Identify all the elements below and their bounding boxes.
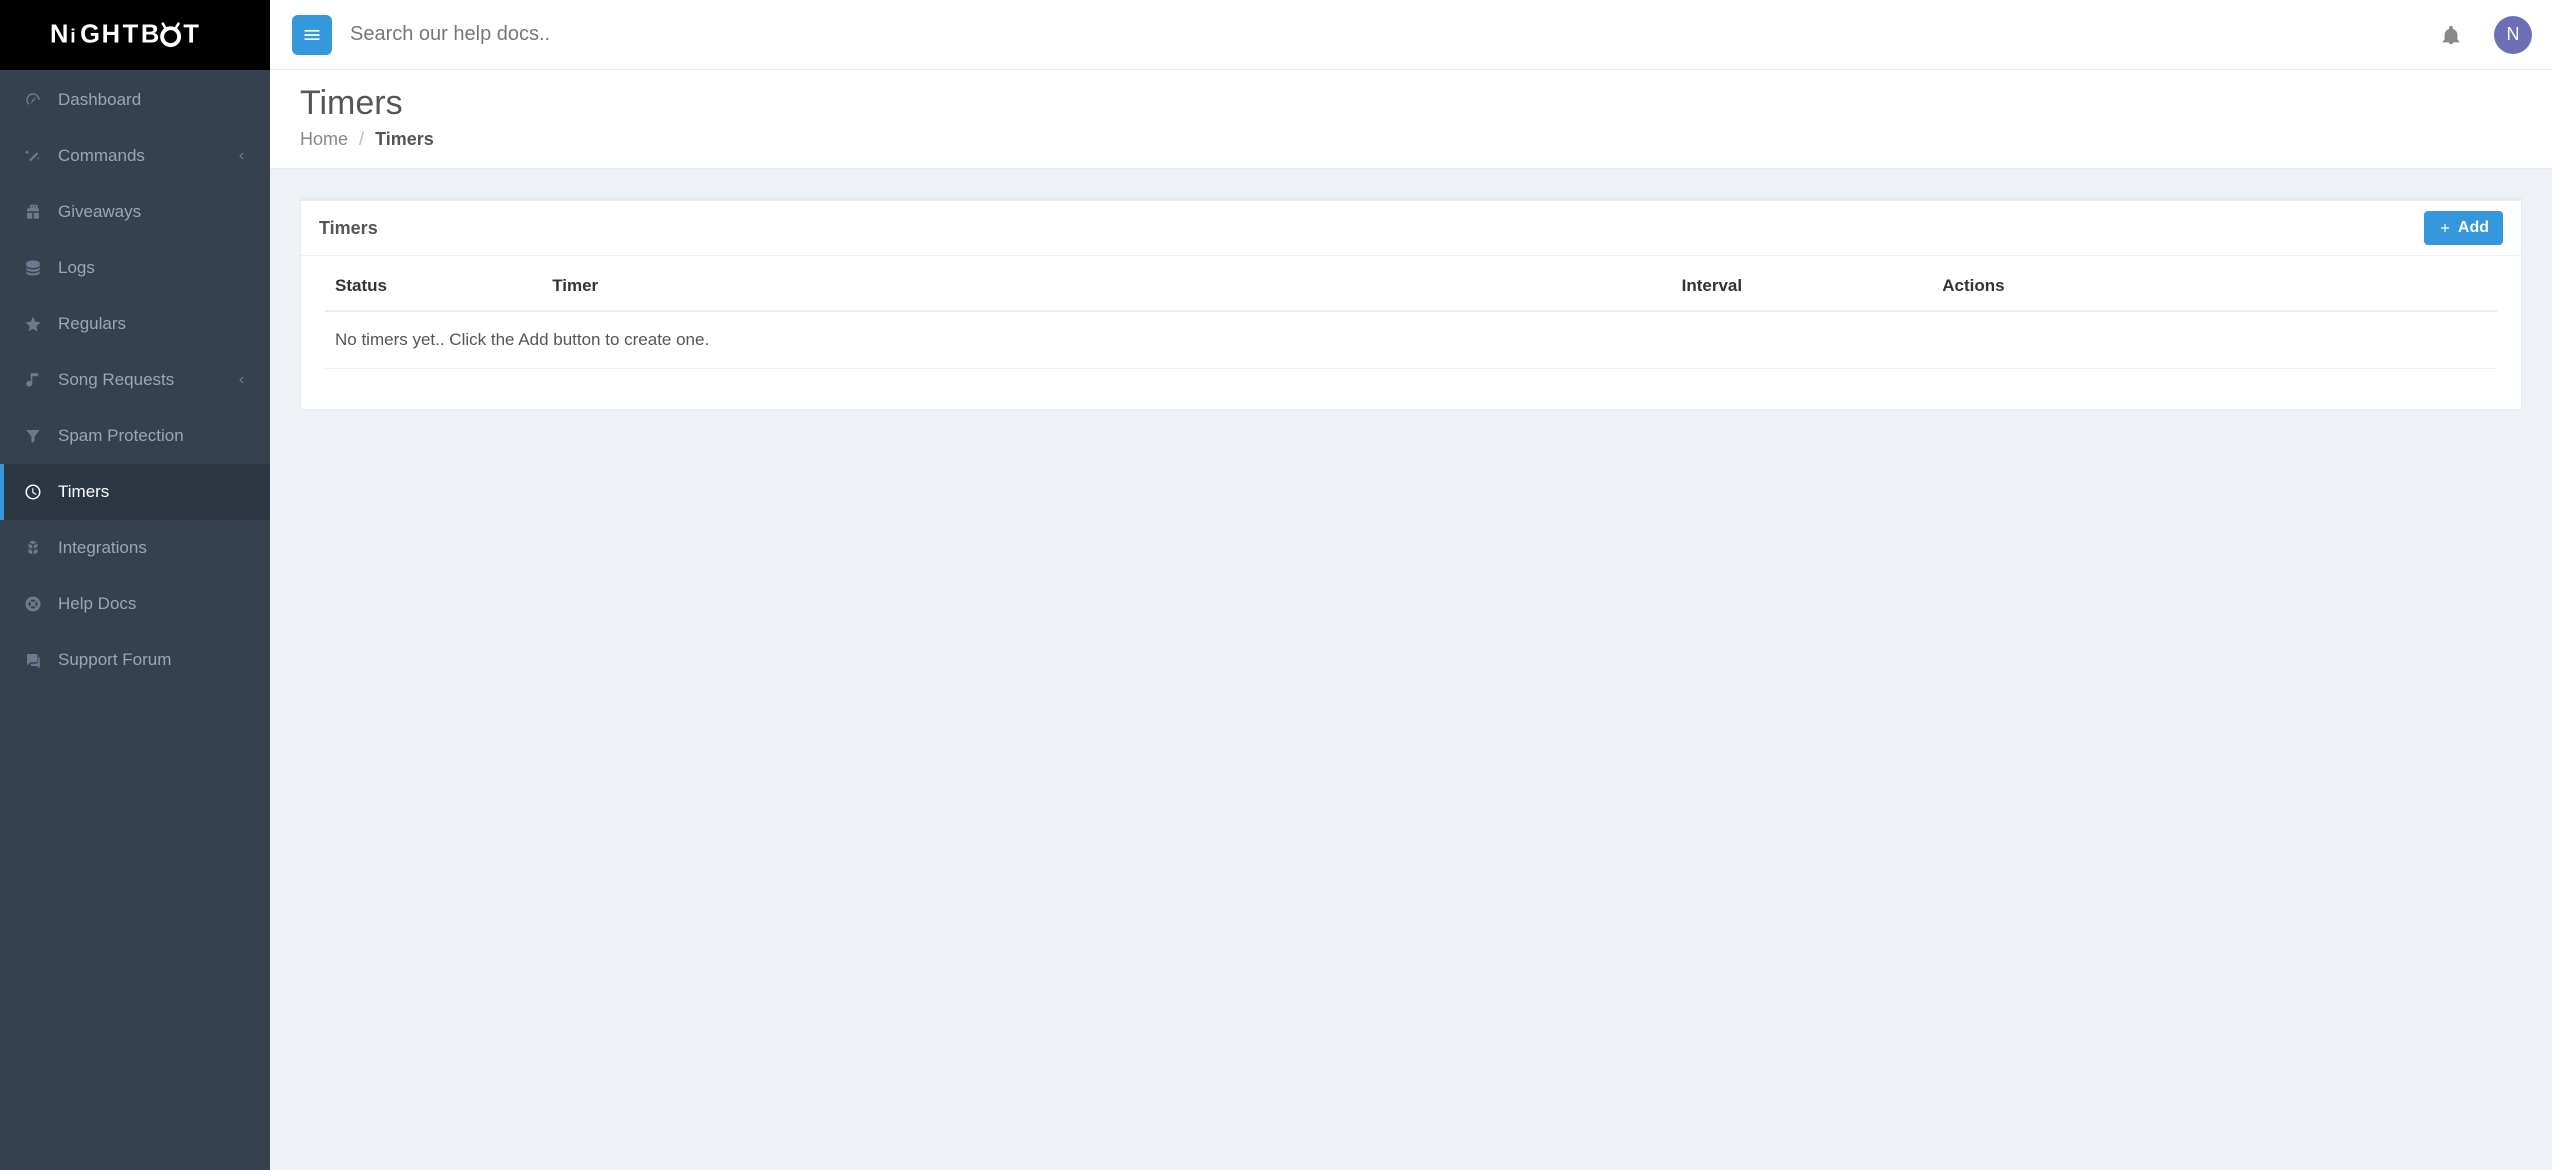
table-empty-row: No timers yet.. Click the Add button to … bbox=[325, 311, 2497, 369]
sidebar-item-giveaways[interactable]: Giveaways bbox=[0, 184, 270, 240]
sidebar-item-label: Integrations bbox=[58, 538, 248, 558]
notifications-button[interactable] bbox=[2436, 20, 2466, 50]
search-input[interactable] bbox=[350, 23, 2416, 46]
panel-heading: Timers Add bbox=[301, 201, 2521, 256]
sidebar-item-commands[interactable]: Commands bbox=[0, 128, 270, 184]
sidebar-item-label: Regulars bbox=[58, 314, 248, 334]
breadcrumb-separator: / bbox=[359, 129, 364, 149]
empty-message: No timers yet.. Click the Add button to … bbox=[325, 311, 2497, 369]
sidebar-item-label: Timers bbox=[58, 482, 248, 502]
sidebar-item-regulars[interactable]: Regulars bbox=[0, 296, 270, 352]
topbar: N bbox=[270, 0, 2552, 70]
main: N Timers Home / Timers Timers Add bbox=[270, 0, 2552, 1170]
panel-title: Timers bbox=[319, 218, 378, 239]
breadcrumb: Home / Timers bbox=[300, 129, 2522, 150]
sidebar-item-help-docs[interactable]: Help Docs bbox=[0, 576, 270, 632]
bell-icon bbox=[2440, 24, 2462, 46]
sidebar-item-label: Support Forum bbox=[58, 650, 248, 670]
sidebar-item-integrations[interactable]: Integrations bbox=[0, 520, 270, 576]
sidebar-item-label: Song Requests bbox=[58, 370, 234, 390]
sidebar-nav: Dashboard Commands Giveaways Logs Regulars So… bbox=[0, 70, 270, 688]
col-header-interval: Interval bbox=[1672, 262, 1933, 311]
clock-icon bbox=[22, 483, 44, 501]
sidebar-item-label: Logs bbox=[58, 258, 248, 278]
user-avatar[interactable]: N bbox=[2494, 16, 2532, 54]
chevron-left-icon bbox=[234, 149, 248, 163]
sidebar-item-label: Dashboard bbox=[58, 90, 248, 110]
svg-text:H: H bbox=[102, 20, 120, 48]
timers-panel: Timers Add Status Timer Interval bbox=[300, 197, 2522, 410]
add-button-label: Add bbox=[2458, 219, 2489, 237]
svg-text:i: i bbox=[70, 25, 75, 47]
sidebar-item-logs[interactable]: Logs bbox=[0, 240, 270, 296]
breadcrumb-home[interactable]: Home bbox=[300, 129, 348, 149]
sidebar-item-support-forum[interactable]: Support Forum bbox=[0, 632, 270, 688]
cubes-icon bbox=[22, 539, 44, 557]
sidebar: N i G H T B T Dashboard Commands Giveaways… bbox=[0, 0, 270, 1170]
svg-text:T: T bbox=[183, 20, 199, 48]
sidebar-item-label: Giveaways bbox=[58, 202, 248, 222]
brand-logo[interactable]: N i G H T B T bbox=[0, 0, 270, 70]
col-header-status: Status bbox=[325, 262, 542, 311]
menu-toggle-button[interactable] bbox=[292, 15, 332, 55]
svg-text:N: N bbox=[50, 20, 68, 48]
sidebar-item-dashboard[interactable]: Dashboard bbox=[0, 72, 270, 128]
avatar-letter: N bbox=[2507, 24, 2520, 45]
breadcrumb-current: Timers bbox=[375, 129, 434, 149]
chevron-left-icon bbox=[234, 373, 248, 387]
col-header-timer: Timer bbox=[542, 262, 1671, 311]
page-header: Timers Home / Timers bbox=[270, 70, 2552, 169]
sidebar-item-song-requests[interactable]: Song Requests bbox=[0, 352, 270, 408]
sidebar-item-label: Spam Protection bbox=[58, 426, 248, 446]
col-header-actions: Actions bbox=[1932, 262, 2497, 311]
plus-icon bbox=[2438, 221, 2452, 235]
filter-icon bbox=[22, 427, 44, 445]
database-icon bbox=[22, 259, 44, 277]
sidebar-item-label: Commands bbox=[58, 146, 234, 166]
sidebar-item-spam-protection[interactable]: Spam Protection bbox=[0, 408, 270, 464]
gift-icon bbox=[22, 203, 44, 221]
sidebar-item-label: Help Docs bbox=[58, 594, 248, 614]
dashboard-icon bbox=[22, 91, 44, 109]
timers-table: Status Timer Interval Actions No timers … bbox=[325, 262, 2497, 369]
wand-icon bbox=[22, 147, 44, 165]
svg-text:G: G bbox=[80, 20, 100, 48]
svg-text:B: B bbox=[141, 20, 159, 48]
add-timer-button[interactable]: Add bbox=[2424, 211, 2503, 245]
comments-icon bbox=[22, 651, 44, 669]
page-title: Timers bbox=[300, 84, 2522, 123]
bars-icon bbox=[302, 25, 322, 45]
content-area: Timers Add Status Timer Interval bbox=[270, 169, 2552, 1170]
star-icon bbox=[22, 315, 44, 333]
sidebar-item-timers[interactable]: Timers bbox=[0, 464, 270, 520]
music-icon bbox=[22, 371, 44, 389]
svg-text:T: T bbox=[123, 20, 139, 48]
lifering-icon bbox=[22, 595, 44, 613]
